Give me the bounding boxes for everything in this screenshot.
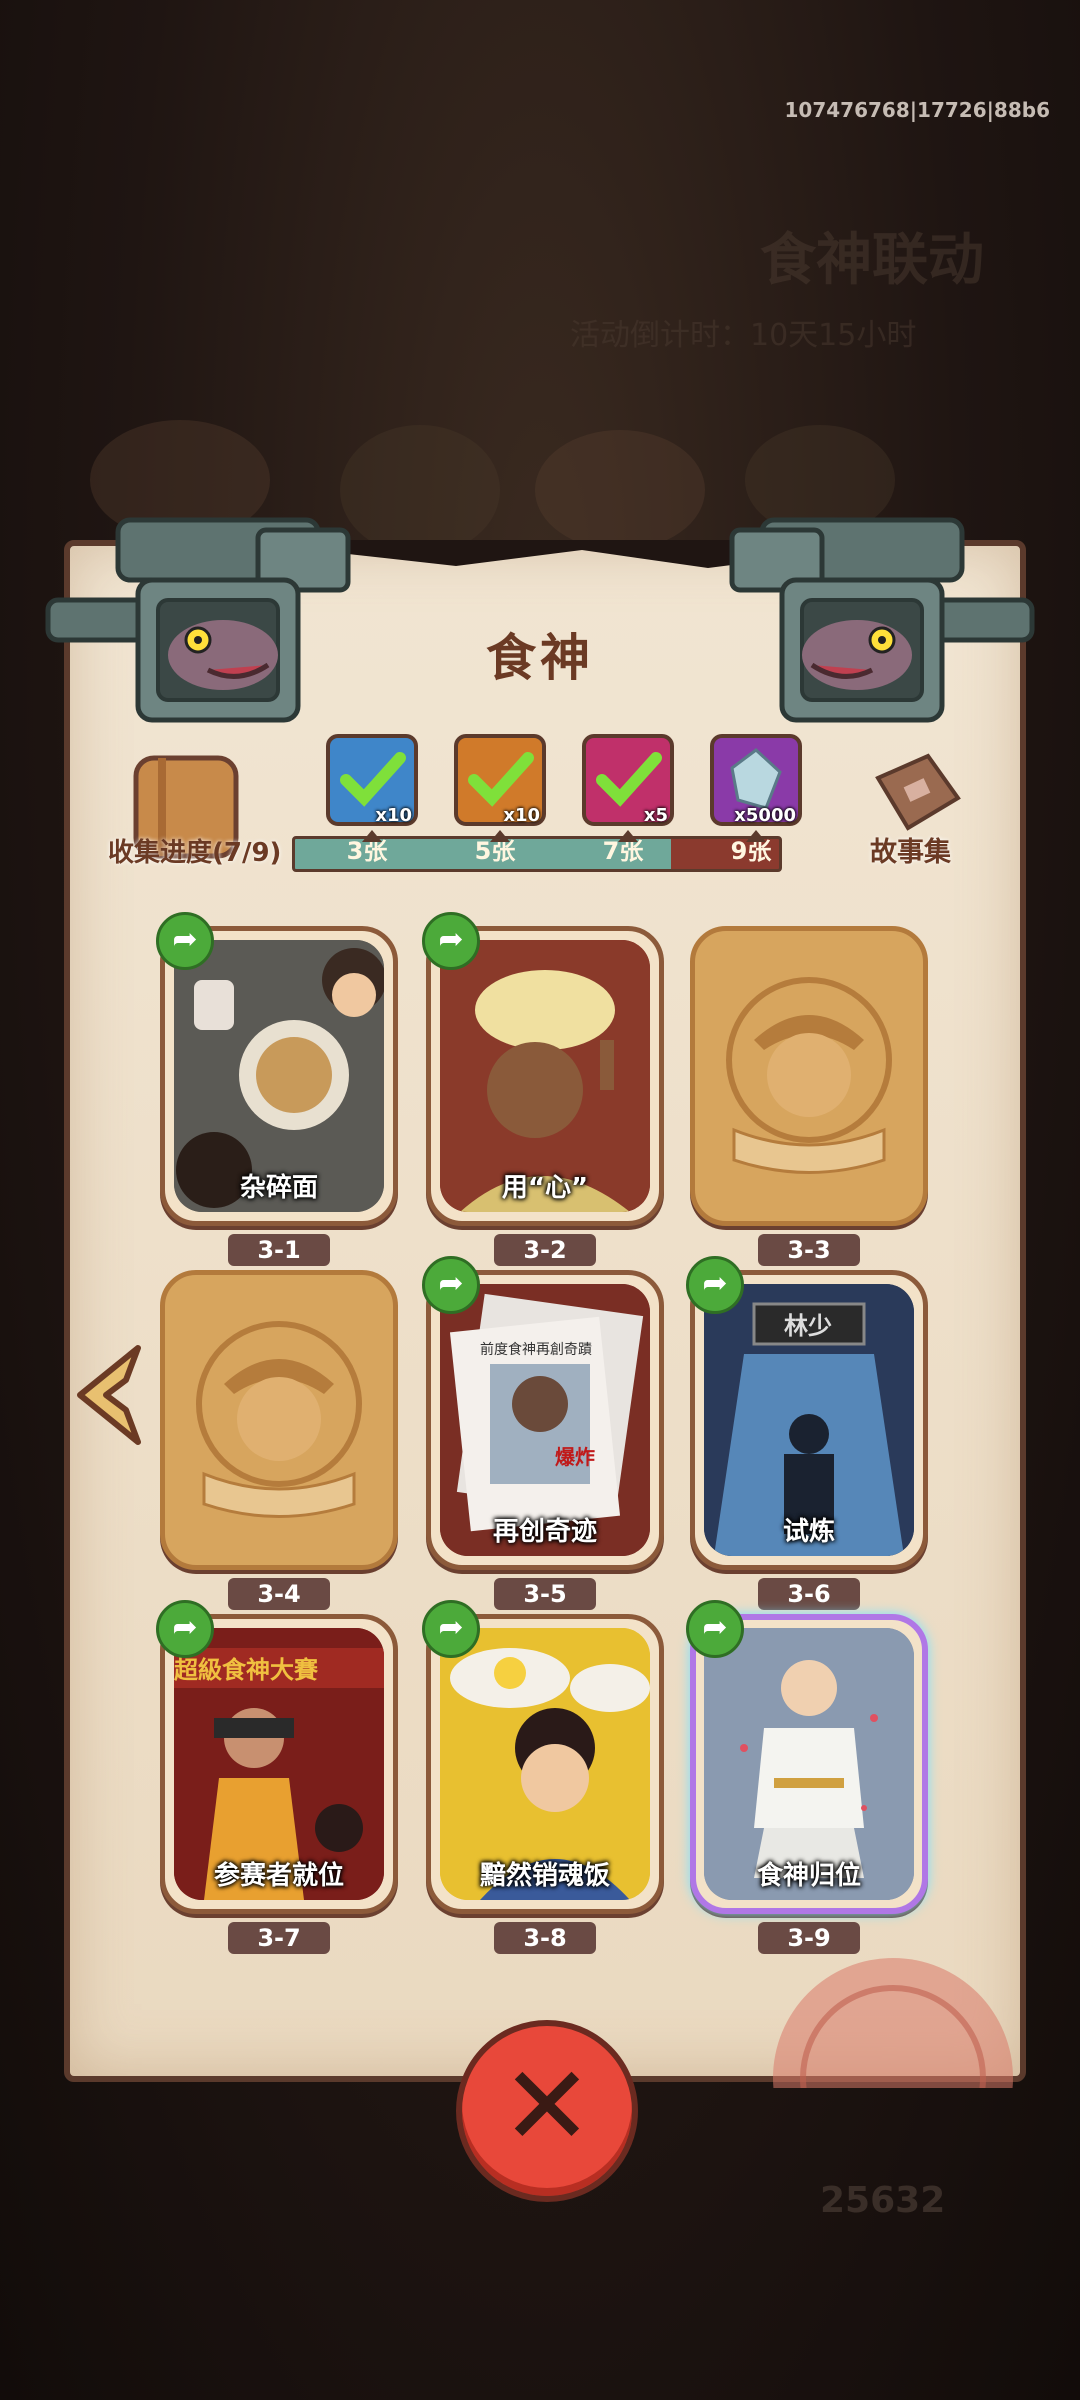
card-3-7[interactable]: 超級食神大賽 ➦ 参赛者就位 3-7 xyxy=(156,1600,398,1954)
story-collection-button[interactable]: 故事集 xyxy=(870,830,951,869)
background-event-title: 食神联动 xyxy=(760,228,984,293)
card-3-3-locked[interactable]: 3-3 xyxy=(690,926,928,1266)
card-3-2[interactable]: ➦ 用“心” 3-2 xyxy=(422,912,664,1266)
build-id: 107476768|17726|88b6 xyxy=(784,98,1051,122)
card-number: 3-2 xyxy=(494,1234,596,1266)
card-number: 3-8 xyxy=(494,1922,596,1954)
door-sign: 林少 xyxy=(784,1312,832,1340)
newspaper-stamp: 爆炸 xyxy=(555,1445,595,1469)
share-arrow-icon[interactable]: ➦ xyxy=(156,912,214,970)
newspaper-headline: 前度食神再創奇蹟 xyxy=(480,1341,592,1358)
card-3-6[interactable]: 林少 ➦ 试炼 3-6 xyxy=(686,1256,928,1610)
card-number: 3-6 xyxy=(758,1578,860,1610)
chevron-left-icon[interactable] xyxy=(70,1340,150,1450)
card-number: 3-5 xyxy=(494,1578,596,1610)
card-3-9-holographic[interactable]: ➦ 食神归位 3-9 xyxy=(686,1600,928,1954)
camera-fish-left-icon xyxy=(45,517,351,723)
reward-box-3[interactable]: x10 xyxy=(326,734,418,842)
reward-box-5[interactable]: x10 xyxy=(454,734,546,842)
background-countdown: 活动倒计时：10天15小时 xyxy=(570,318,917,353)
collect-progress-label: 收集进度(7/9) xyxy=(108,838,282,868)
reward-qty: x5 xyxy=(643,805,668,826)
card-title: 再创奇迹 xyxy=(492,1517,597,1547)
background-score: 25632 xyxy=(820,2180,946,2221)
card-number: 3-7 xyxy=(228,1922,330,1954)
reward-qty: x10 xyxy=(503,805,540,826)
close-button[interactable]: ✕ xyxy=(456,2020,638,2202)
contest-banner: 超級食神大賽 xyxy=(174,1656,319,1684)
card-number: 3-3 xyxy=(758,1234,860,1266)
reward-qty: x10 xyxy=(375,805,412,826)
camera-fish-right-icon xyxy=(729,517,1035,723)
card-3-8[interactable]: ➦ 黯然销魂饭 3-8 xyxy=(422,1600,664,1954)
share-arrow-icon[interactable]: ➦ xyxy=(422,912,480,970)
card-3-1[interactable]: ➦ 杂碎面 3-1 xyxy=(156,912,398,1266)
card-number: 3-1 xyxy=(228,1234,330,1266)
card-title: 用“心” xyxy=(501,1173,589,1203)
card-title: 试炼 xyxy=(782,1517,835,1547)
close-icon: ✕ xyxy=(500,2042,594,2170)
card-3-5[interactable]: 前度食神再創奇蹟 爆炸 ➦ 再创奇迹 3-5 xyxy=(422,1256,664,1610)
card-title: 黯然销魂饭 xyxy=(479,1861,610,1891)
wax-seal-stamp xyxy=(773,1958,1013,2088)
reward-box-9[interactable]: x5000 xyxy=(710,734,802,842)
share-arrow-icon[interactable]: ➦ xyxy=(686,1600,744,1658)
share-arrow-icon[interactable]: ➦ xyxy=(422,1600,480,1658)
reward-box-7[interactable]: x5 xyxy=(582,734,674,842)
card-number: 3-4 xyxy=(228,1578,330,1610)
reward-qty: x5000 xyxy=(734,805,796,826)
share-arrow-icon[interactable]: ➦ xyxy=(156,1600,214,1658)
card-title: 参赛者就位 xyxy=(213,1861,344,1891)
share-arrow-icon[interactable]: ➦ xyxy=(422,1256,480,1314)
card-title: 杂碎面 xyxy=(239,1173,318,1203)
panel-title: 食神 xyxy=(486,629,594,687)
card-3-4-locked[interactable]: 3-4 xyxy=(160,1270,398,1610)
share-arrow-icon[interactable]: ➦ xyxy=(686,1256,744,1314)
card-title: 食神归位 xyxy=(756,1861,861,1891)
